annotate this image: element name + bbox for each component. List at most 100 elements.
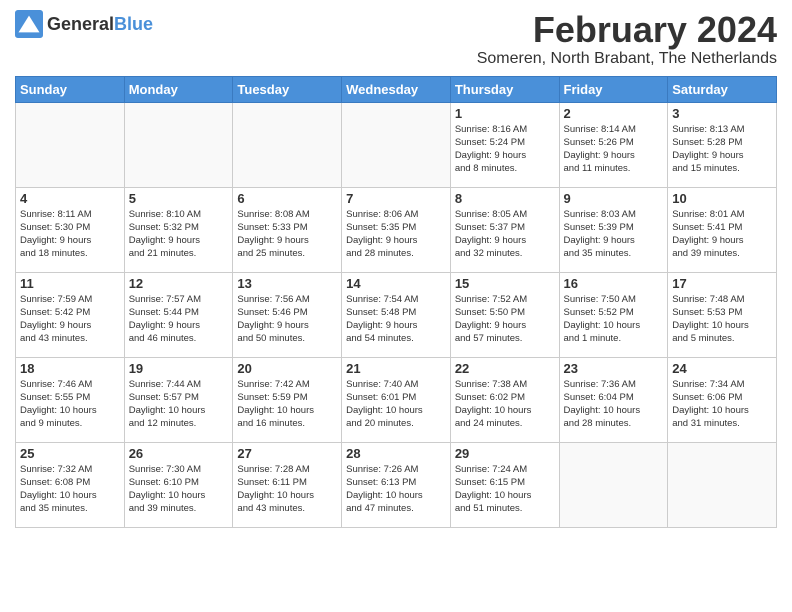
weekday-header-cell: Monday [124, 76, 233, 102]
calendar-day-cell: 5Sunrise: 8:10 AM Sunset: 5:32 PM Daylig… [124, 187, 233, 272]
weekday-header-cell: Wednesday [342, 76, 451, 102]
calendar-day-cell: 9Sunrise: 8:03 AM Sunset: 5:39 PM Daylig… [559, 187, 668, 272]
month-title: February 2024 [477, 10, 777, 50]
calendar-week-row: 1 Sunrise: 8:16 AM Sunset: 5:24 PM Daylig… [16, 102, 777, 187]
location-title: Someren, North Brabant, The Netherlands [477, 50, 777, 68]
day-info: Sunrise: 7:38 AM Sunset: 6:02 PM Dayligh… [455, 378, 555, 431]
day-info: Sunrise: 7:59 AM Sunset: 5:42 PM Dayligh… [20, 293, 120, 346]
day-info: Sunrise: 8:14 AM Sunset: 5:26 PM Dayligh… [564, 123, 664, 176]
calendar-day-cell [559, 442, 668, 527]
calendar-week-row: 4 Sunrise: 8:11 AM Sunset: 5:30 PM Daylig… [16, 187, 777, 272]
day-number: 7 [346, 191, 446, 206]
calendar-day-cell: 13Sunrise: 7:56 AM Sunset: 5:46 PM Dayli… [233, 272, 342, 357]
day-number: 24 [672, 361, 772, 376]
calendar-day-cell [233, 102, 342, 187]
calendar-table: SundayMondayTuesdayWednesdayThursdayFrid… [15, 76, 777, 528]
day-number: 26 [129, 446, 229, 461]
day-info: Sunrise: 8:06 AM Sunset: 5:35 PM Dayligh… [346, 208, 446, 261]
day-info: Sunrise: 7:28 AM Sunset: 6:11 PM Dayligh… [237, 463, 337, 516]
calendar-day-cell: 20Sunrise: 7:42 AM Sunset: 5:59 PM Dayli… [233, 357, 342, 442]
day-info: Sunrise: 7:42 AM Sunset: 5:59 PM Dayligh… [237, 378, 337, 431]
day-info: Sunrise: 7:44 AM Sunset: 5:57 PM Dayligh… [129, 378, 229, 431]
day-info: Sunrise: 8:08 AM Sunset: 5:33 PM Dayligh… [237, 208, 337, 261]
day-info: Sunrise: 7:24 AM Sunset: 6:15 PM Dayligh… [455, 463, 555, 516]
calendar-day-cell: 8 Sunrise: 8:05 AM Sunset: 5:37 PM Daylig… [450, 187, 559, 272]
day-info: Sunrise: 7:56 AM Sunset: 5:46 PM Dayligh… [237, 293, 337, 346]
day-number: 14 [346, 276, 446, 291]
day-number: 25 [20, 446, 120, 461]
calendar-day-cell: 11 Sunrise: 7:59 AM Sunset: 5:42 PM Dayli… [16, 272, 125, 357]
calendar-day-cell: 19 Sunrise: 7:44 AM Sunset: 5:57 PM Dayli… [124, 357, 233, 442]
calendar-day-cell: 4 Sunrise: 8:11 AM Sunset: 5:30 PM Daylig… [16, 187, 125, 272]
day-info: Sunrise: 7:30 AM Sunset: 6:10 PM Dayligh… [129, 463, 229, 516]
day-info: Sunrise: 7:48 AM Sunset: 5:53 PM Dayligh… [672, 293, 772, 346]
day-number: 21 [346, 361, 446, 376]
day-info: Sunrise: 8:01 AM Sunset: 5:41 PM Dayligh… [672, 208, 772, 261]
logo-blue: Blue [114, 14, 153, 34]
weekday-header-cell: Friday [559, 76, 668, 102]
day-number: 3 [672, 106, 772, 121]
day-info: Sunrise: 7:26 AM Sunset: 6:13 PM Dayligh… [346, 463, 446, 516]
calendar-week-row: 11 Sunrise: 7:59 AM Sunset: 5:42 PM Dayli… [16, 272, 777, 357]
day-number: 15 [455, 276, 555, 291]
calendar-day-cell: 6 Sunrise: 8:08 AM Sunset: 5:33 PM Daylig… [233, 187, 342, 272]
calendar-body: 1 Sunrise: 8:16 AM Sunset: 5:24 PM Daylig… [16, 102, 777, 527]
calendar-day-cell: 18Sunrise: 7:46 AM Sunset: 5:55 PM Dayli… [16, 357, 125, 442]
day-info: Sunrise: 7:54 AM Sunset: 5:48 PM Dayligh… [346, 293, 446, 346]
calendar-day-cell: 29 Sunrise: 7:24 AM Sunset: 6:15 PM Dayli… [450, 442, 559, 527]
day-number: 11 [20, 276, 120, 291]
calendar-day-cell: 27 Sunrise: 7:28 AM Sunset: 6:11 PM Dayli… [233, 442, 342, 527]
day-number: 28 [346, 446, 446, 461]
calendar-day-cell [668, 442, 777, 527]
day-number: 19 [129, 361, 229, 376]
day-number: 18 [20, 361, 120, 376]
day-number: 6 [237, 191, 337, 206]
calendar-day-cell: 12Sunrise: 7:57 AM Sunset: 5:44 PM Dayli… [124, 272, 233, 357]
day-info: Sunrise: 7:57 AM Sunset: 5:44 PM Dayligh… [129, 293, 229, 346]
day-number: 27 [237, 446, 337, 461]
calendar-day-cell: 23 Sunrise: 7:36 AM Sunset: 6:04 PM Dayli… [559, 357, 668, 442]
day-info: Sunrise: 8:05 AM Sunset: 5:37 PM Dayligh… [455, 208, 555, 261]
calendar-week-row: 18Sunrise: 7:46 AM Sunset: 5:55 PM Dayli… [16, 357, 777, 442]
day-number: 22 [455, 361, 555, 376]
calendar-day-cell: 2 Sunrise: 8:14 AM Sunset: 5:26 PM Daylig… [559, 102, 668, 187]
calendar-day-cell: 1 Sunrise: 8:16 AM Sunset: 5:24 PM Daylig… [450, 102, 559, 187]
page-header: GeneralBlue February 2024 Someren, North… [15, 10, 777, 68]
day-info: Sunrise: 8:13 AM Sunset: 5:28 PM Dayligh… [672, 123, 772, 176]
calendar-day-cell: 10Sunrise: 8:01 AM Sunset: 5:41 PM Dayli… [668, 187, 777, 272]
day-number: 16 [564, 276, 664, 291]
day-number: 29 [455, 446, 555, 461]
day-number: 8 [455, 191, 555, 206]
day-info: Sunrise: 7:40 AM Sunset: 6:01 PM Dayligh… [346, 378, 446, 431]
day-number: 4 [20, 191, 120, 206]
calendar-day-cell: 15 Sunrise: 7:52 AM Sunset: 5:50 PM Dayli… [450, 272, 559, 357]
calendar-day-cell: 24 Sunrise: 7:34 AM Sunset: 6:06 PM Dayli… [668, 357, 777, 442]
day-info: Sunrise: 8:11 AM Sunset: 5:30 PM Dayligh… [20, 208, 120, 261]
day-info: Sunrise: 7:34 AM Sunset: 6:06 PM Dayligh… [672, 378, 772, 431]
day-info: Sunrise: 7:52 AM Sunset: 5:50 PM Dayligh… [455, 293, 555, 346]
day-info: Sunrise: 8:10 AM Sunset: 5:32 PM Dayligh… [129, 208, 229, 261]
calendar-day-cell: 16 Sunrise: 7:50 AM Sunset: 5:52 PM Dayli… [559, 272, 668, 357]
calendar-day-cell: 21 Sunrise: 7:40 AM Sunset: 6:01 PM Dayli… [342, 357, 451, 442]
calendar-day-cell: 26 Sunrise: 7:30 AM Sunset: 6:10 PM Dayli… [124, 442, 233, 527]
logo: GeneralBlue [15, 10, 153, 38]
day-info: Sunrise: 7:32 AM Sunset: 6:08 PM Dayligh… [20, 463, 120, 516]
day-number: 23 [564, 361, 664, 376]
calendar-day-cell: 28 Sunrise: 7:26 AM Sunset: 6:13 PM Dayli… [342, 442, 451, 527]
day-number: 1 [455, 106, 555, 121]
calendar-day-cell: 14 Sunrise: 7:54 AM Sunset: 5:48 PM Dayli… [342, 272, 451, 357]
weekday-header-cell: Saturday [668, 76, 777, 102]
day-info: Sunrise: 8:16 AM Sunset: 5:24 PM Dayligh… [455, 123, 555, 176]
calendar-day-cell [342, 102, 451, 187]
weekday-header-cell: Tuesday [233, 76, 342, 102]
day-info: Sunrise: 7:50 AM Sunset: 5:52 PM Dayligh… [564, 293, 664, 346]
calendar-day-cell: 3 Sunrise: 8:13 AM Sunset: 5:28 PM Daylig… [668, 102, 777, 187]
day-number: 17 [672, 276, 772, 291]
weekday-header-row: SundayMondayTuesdayWednesdayThursdayFrid… [16, 76, 777, 102]
calendar-day-cell: 17 Sunrise: 7:48 AM Sunset: 5:53 PM Dayli… [668, 272, 777, 357]
calendar-week-row: 25 Sunrise: 7:32 AM Sunset: 6:08 PM Dayli… [16, 442, 777, 527]
day-number: 2 [564, 106, 664, 121]
day-info: Sunrise: 7:36 AM Sunset: 6:04 PM Dayligh… [564, 378, 664, 431]
logo-icon [15, 10, 43, 38]
day-number: 9 [564, 191, 664, 206]
